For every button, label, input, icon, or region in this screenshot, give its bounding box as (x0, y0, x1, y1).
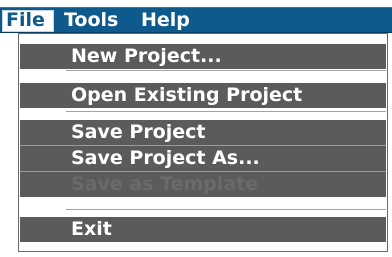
menu-item-label: New Project... (71, 45, 222, 67)
application-window: File Tools Help New Project... Open Exis… (0, 0, 392, 257)
menu-item-label: Open Existing Project (71, 84, 303, 106)
menu-item-open-existing-project[interactable]: Open Existing Project (20, 83, 386, 108)
menu-divider (66, 70, 386, 71)
menu-file[interactable]: File (6, 8, 45, 33)
menu-item-label: Save as Template (71, 173, 259, 195)
menu-item-label: Save Project (71, 121, 206, 143)
menu-item-label: Exit (71, 218, 112, 240)
menu-tools[interactable]: Tools (64, 8, 118, 33)
menu-item-save-as-template: Save as Template (20, 172, 386, 197)
menu-item-save-project[interactable]: Save Project (20, 120, 386, 145)
file-dropdown-menu: New Project... Open Existing Project Sav… (18, 33, 388, 252)
menu-divider (66, 111, 386, 112)
menu-item-new-project[interactable]: New Project... (20, 44, 386, 69)
menu-bar: File Tools Help (0, 7, 392, 33)
menu-item-label: Save Project As... (71, 147, 260, 169)
menu-help[interactable]: Help (141, 8, 190, 33)
menu-item-save-project-as[interactable]: Save Project As... (20, 146, 386, 171)
menu-item-exit[interactable]: Exit (20, 217, 386, 242)
menu-divider (66, 209, 386, 210)
